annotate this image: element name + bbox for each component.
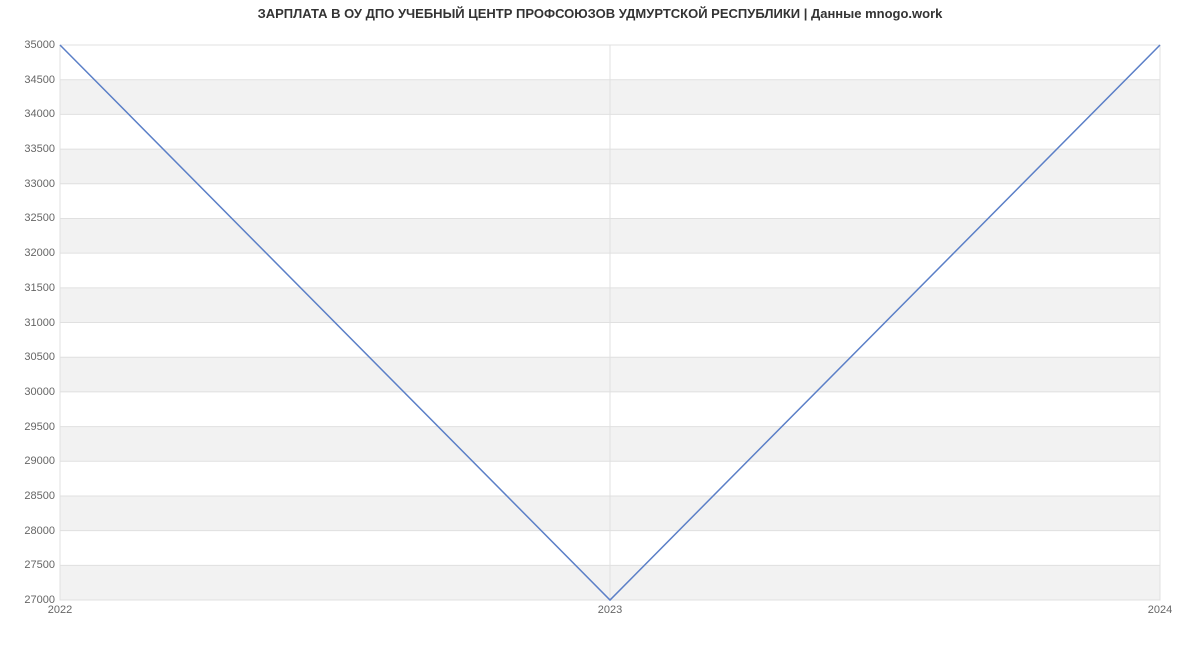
- y-tick-label: 32500: [5, 212, 55, 224]
- x-tick-label: 2023: [598, 604, 622, 616]
- y-tick-label: 28000: [5, 525, 55, 537]
- y-tick-label: 30000: [5, 386, 55, 398]
- y-tick-label: 27500: [5, 559, 55, 571]
- plot-area: [60, 45, 1160, 600]
- y-tick-label: 34500: [5, 74, 55, 86]
- y-tick-label: 32000: [5, 247, 55, 259]
- y-tick-label: 29000: [5, 455, 55, 467]
- x-tick-label: 2024: [1148, 604, 1172, 616]
- chart-title: ЗАРПЛАТА В ОУ ДПО УЧЕБНЫЙ ЦЕНТР ПРОФСОЮЗ…: [0, 6, 1200, 21]
- line-chart: ЗАРПЛАТА В ОУ ДПО УЧЕБНЫЙ ЦЕНТР ПРОФСОЮЗ…: [0, 0, 1200, 650]
- y-tick-label: 33500: [5, 143, 55, 155]
- y-tick-label: 35000: [5, 39, 55, 51]
- y-tick-label: 28500: [5, 490, 55, 502]
- chart-svg: [60, 45, 1160, 600]
- y-tick-label: 34000: [5, 108, 55, 120]
- y-tick-label: 33000: [5, 178, 55, 190]
- y-tick-label: 30500: [5, 351, 55, 363]
- y-tick-label: 31500: [5, 282, 55, 294]
- y-tick-label: 31000: [5, 317, 55, 329]
- y-tick-label: 29500: [5, 421, 55, 433]
- x-tick-label: 2022: [48, 604, 72, 616]
